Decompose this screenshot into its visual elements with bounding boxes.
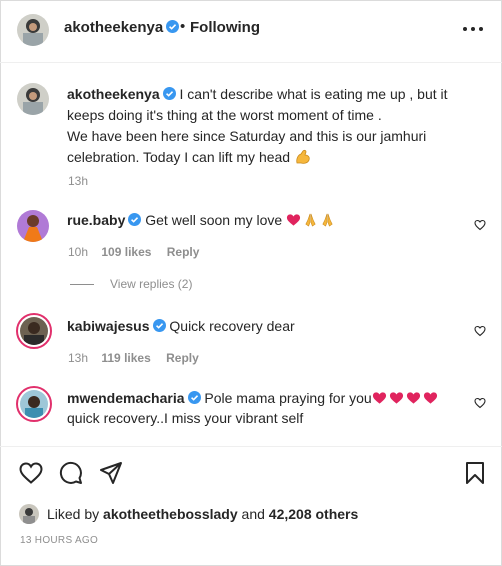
actions-divider [0, 446, 502, 447]
red-heart-emoji-icon [389, 392, 403, 404]
comment-time: 10h [68, 245, 89, 259]
comment-likes[interactable]: 109 likes [101, 245, 151, 259]
liked-user[interactable]: akotheethebosslady [103, 506, 238, 522]
comment-text-cont: quick recovery..I miss your vibrant self [67, 410, 304, 426]
author-avatar[interactable] [17, 14, 49, 46]
comment-username[interactable]: rue.baby [67, 212, 125, 228]
comment-2: kabiwajesus Quick recovery dear [67, 316, 295, 336]
reply-button[interactable]: Reply [166, 351, 199, 365]
comment-1: rue.baby Get well soon my love [67, 210, 337, 230]
caption-text-2: We have been here since Saturday and thi… [67, 128, 427, 165]
commenter-avatar-kabiwajesus[interactable] [16, 313, 52, 349]
verified-badge-icon [152, 319, 166, 332]
comment-like-icon[interactable] [474, 325, 486, 337]
view-replies-label: View replies (2) [110, 277, 193, 291]
commenter-avatar-mwendemacharia[interactable] [16, 386, 52, 422]
red-heart-emoji-icon [287, 214, 301, 226]
comment-text: Get well soon my love [145, 212, 283, 228]
liked-prefix: Liked by [47, 506, 100, 522]
comment-username[interactable]: mwendemacharia [67, 390, 185, 406]
header-divider [0, 62, 502, 63]
comment-time: 13h [68, 351, 89, 365]
verified-badge-icon [162, 87, 176, 100]
comment-username[interactable]: kabiwajesus [67, 318, 150, 334]
caption-author-avatar[interactable] [17, 83, 49, 115]
comment-icon[interactable] [59, 461, 83, 485]
view-replies-button[interactable]: View replies (2) [70, 277, 192, 291]
liked-by-avatar[interactable] [19, 504, 39, 524]
bookmark-icon[interactable] [465, 461, 485, 485]
red-heart-emoji-icon [406, 392, 420, 404]
verified-badge-icon [166, 20, 180, 33]
heart-outline-icon[interactable] [19, 462, 43, 484]
verified-badge-icon [187, 391, 201, 404]
comment-text: Pole mama praying for you [204, 390, 372, 406]
comment-like-icon[interactable] [474, 397, 486, 409]
red-heart-emoji-icon [423, 392, 437, 404]
comment-meta: 10h 109 likes Reply [68, 245, 199, 259]
author-username[interactable]: akotheekenya [64, 19, 180, 36]
following-button[interactable]: Following [190, 19, 260, 36]
red-heart-emoji-icon [372, 392, 386, 404]
comment-likes[interactable]: 119 likes [101, 351, 150, 365]
comment-meta: 13h 119 likes Reply [68, 351, 199, 365]
liked-by-text: Liked by akotheethebosslady and 42,208 o… [47, 506, 358, 522]
more-options-icon[interactable] [462, 26, 484, 32]
comment-3: mwendemacharia Pole mama praying for you… [67, 388, 440, 428]
liked-others[interactable]: 42,208 others [269, 506, 359, 522]
praying-hands-emoji-icon [305, 213, 316, 227]
post-caption: akotheekenya I can't describe what is ea… [67, 84, 487, 168]
caption-timestamp: 13h [68, 174, 89, 188]
commenter-avatar-rue[interactable] [17, 210, 49, 242]
comment-like-icon[interactable] [474, 219, 486, 231]
view-replies-line [70, 283, 94, 285]
flexed-biceps-emoji-icon [296, 149, 310, 164]
comment-text: Quick recovery dear [169, 318, 295, 334]
header-separator: • [180, 18, 186, 35]
reply-button[interactable]: Reply [167, 245, 200, 259]
liked-and: and [241, 506, 265, 522]
post-timestamp: 13 HOURS AGO [20, 535, 99, 546]
praying-hands-emoji-icon [322, 213, 333, 227]
caption-username[interactable]: akotheekenya [67, 86, 160, 102]
share-icon[interactable] [99, 461, 123, 485]
verified-badge-icon [128, 213, 142, 226]
